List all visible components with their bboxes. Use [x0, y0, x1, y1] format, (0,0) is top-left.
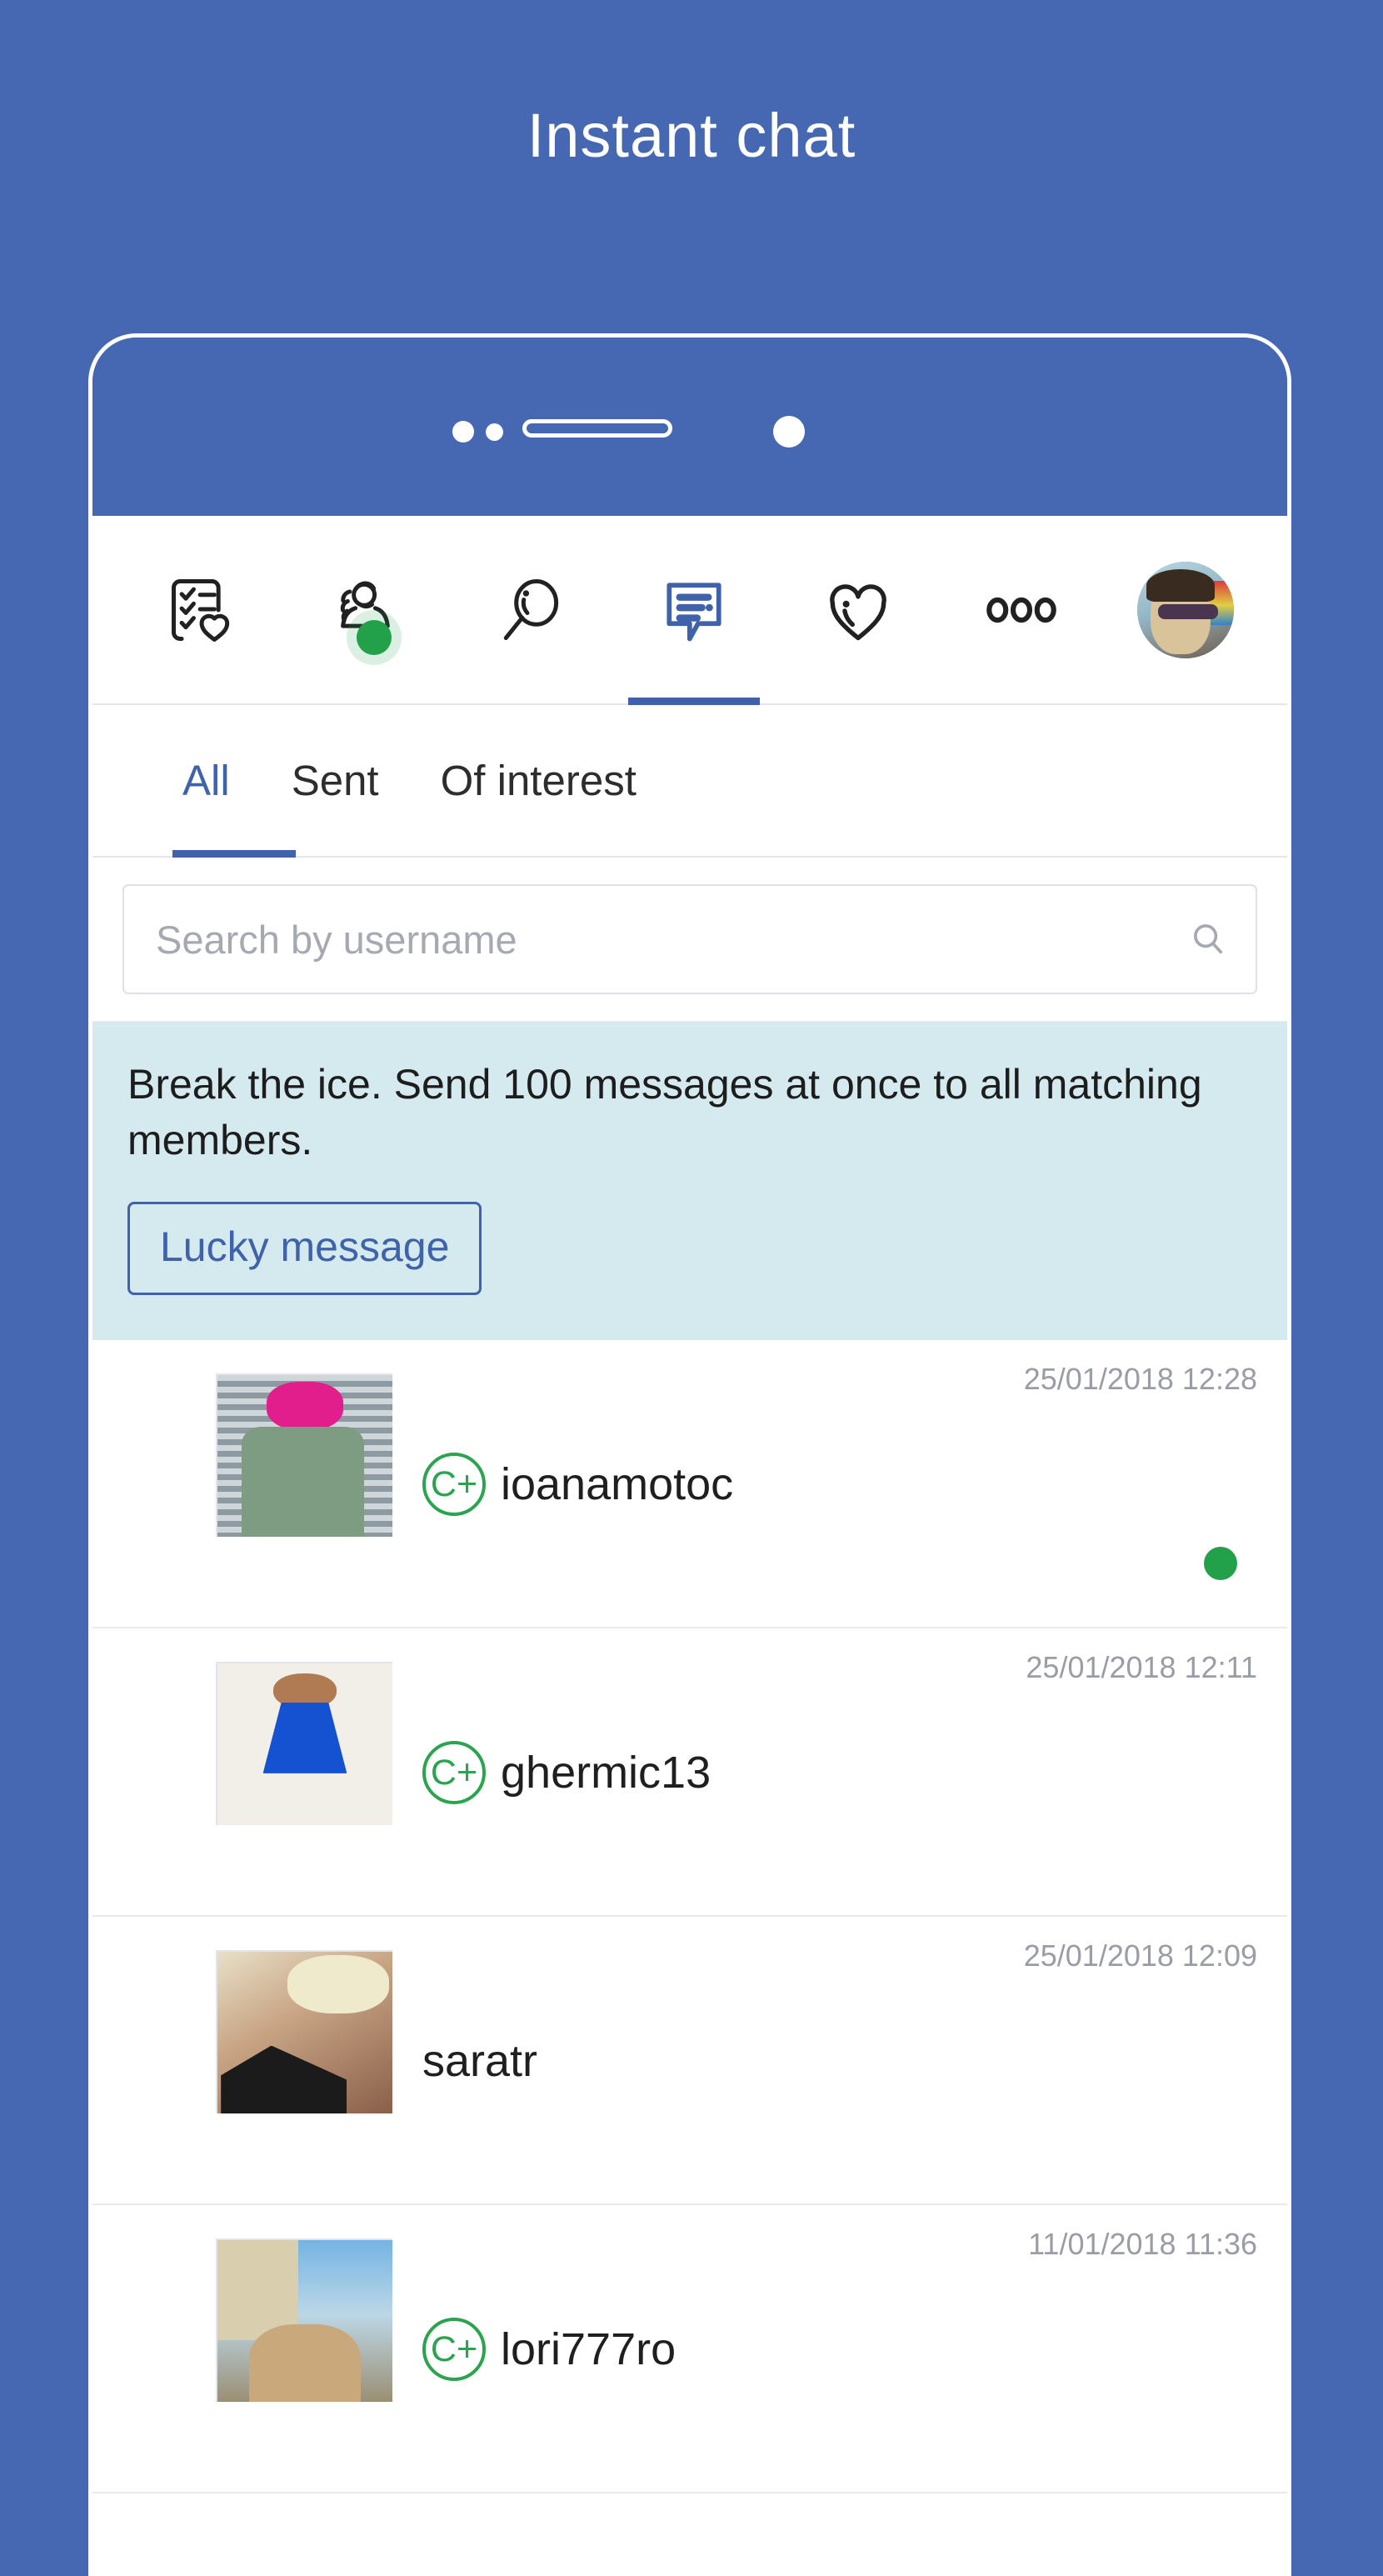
- page-title: Instant chat: [527, 101, 856, 170]
- proximity-sensor-icon: [486, 423, 503, 441]
- front-camera-icon: [773, 416, 805, 448]
- conversation-thumbnail[interactable]: [216, 1373, 392, 1537]
- search-section: Search by username: [92, 858, 1287, 1022]
- conversation-list: 25/01/2018 12:28 C+ ioanamotoc 25/01/201…: [92, 1340, 1287, 2493]
- nav-item-lists[interactable]: [121, 516, 285, 703]
- conversation-identity: saratr: [422, 1917, 537, 2205]
- conversation-identity: C+ ioanamotoc: [422, 1340, 733, 1628]
- conversation-username[interactable]: saratr: [422, 2035, 537, 2087]
- search-icon: [492, 572, 567, 648]
- chat-plus-badge: C+: [422, 2318, 486, 2381]
- sensor-dot-icon: [452, 421, 474, 443]
- conversation-username[interactable]: lori777ro: [501, 2323, 676, 2375]
- conversation-thumbnail[interactable]: [216, 1950, 392, 2113]
- nav-item-favourites[interactable]: [776, 516, 940, 703]
- more-icon: [983, 589, 1060, 631]
- nav-item-more[interactable]: [940, 516, 1104, 703]
- tab-sent[interactable]: Sent: [292, 705, 379, 856]
- conversation-timestamp: 25/01/2018 12:11: [1026, 1650, 1257, 1684]
- promo-banner: Break the ice. Send 100 messages at once…: [92, 1022, 1287, 1340]
- app-root: Instant chat All Sent Of interest Search…: [0, 0, 1383, 2576]
- conversation-timestamp: 25/01/2018 12:28: [1023, 1362, 1257, 1396]
- search-icon[interactable]: [1189, 920, 1227, 958]
- conversation-timestamp: 25/01/2018 12:09: [1023, 1938, 1257, 1973]
- nav-item-search[interactable]: [448, 516, 612, 703]
- tab-of-interest[interactable]: Of interest: [441, 705, 637, 856]
- earpiece-speaker-icon: [522, 419, 672, 438]
- chat-icon: [656, 572, 732, 648]
- tab-all[interactable]: All: [172, 705, 296, 858]
- chat-plus-badge: C+: [422, 1453, 486, 1516]
- conversation-username[interactable]: ioanamotoc: [501, 1458, 733, 1510]
- heart-icon: [820, 572, 896, 648]
- conversation-identity: C+ ghermic13: [422, 1628, 711, 1917]
- checklist-heart-icon: [164, 572, 241, 648]
- chat-plus-badge: C+: [422, 1741, 486, 1804]
- conversation-thumbnail[interactable]: [216, 1662, 392, 1825]
- nav-item-chat[interactable]: [612, 516, 776, 703]
- nav-item-profile[interactable]: [1103, 516, 1267, 703]
- phone-mockup-frame: All Sent Of interest Search by username: [88, 333, 1291, 2576]
- table-row[interactable]: 11/01/2018 11:36 C+ lori777ro: [92, 2205, 1287, 2493]
- search-input[interactable]: Search by username: [122, 884, 1257, 994]
- conversation-identity: C+ lori777ro: [422, 2205, 676, 2493]
- conversation-thumbnail[interactable]: [216, 2238, 392, 2402]
- table-row[interactable]: 25/01/2018 12:09 saratr: [92, 1917, 1287, 2205]
- lucky-message-button[interactable]: Lucky message: [127, 1202, 482, 1295]
- online-status-indicator: [1204, 1547, 1237, 1580]
- phone-screen: All Sent Of interest Search by username: [92, 516, 1287, 2576]
- table-row[interactable]: 25/01/2018 12:11 C+ ghermic13: [92, 1628, 1287, 1917]
- online-status-indicator: [356, 620, 392, 655]
- search-placeholder: Search by username: [156, 917, 517, 962]
- phone-top-bezel: [92, 338, 1287, 516]
- top-navigation-bar: [92, 516, 1287, 705]
- nav-item-who-is-online[interactable]: [285, 516, 449, 703]
- message-filter-tabs: All Sent Of interest: [92, 705, 1287, 858]
- table-row[interactable]: 25/01/2018 12:28 C+ ioanamotoc: [92, 1340, 1287, 1628]
- conversation-timestamp: 11/01/2018 11:36: [1028, 2227, 1257, 2261]
- avatar: [1136, 561, 1234, 658]
- promo-text: Break the ice. Send 100 messages at once…: [127, 1061, 1202, 1163]
- conversation-username[interactable]: ghermic13: [501, 1747, 711, 1798]
